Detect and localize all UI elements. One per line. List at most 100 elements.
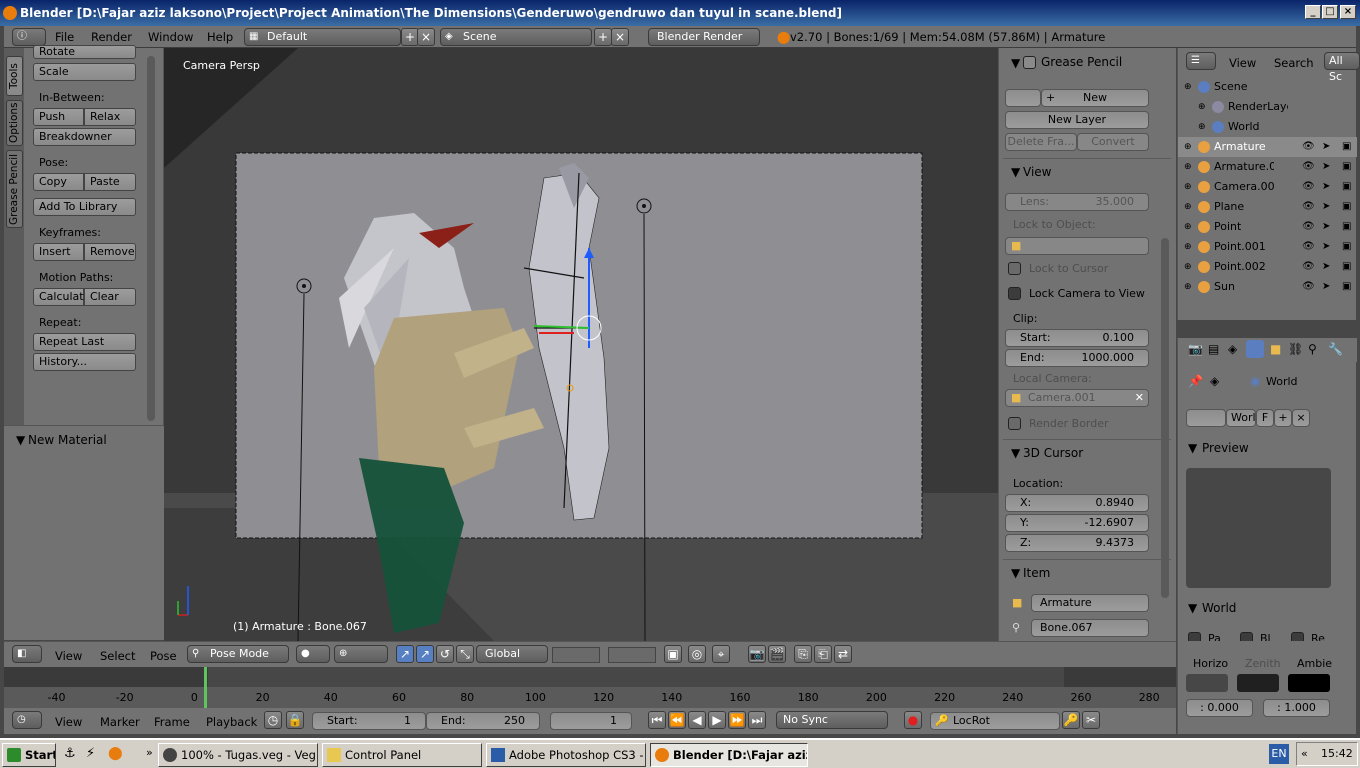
world-browse-button[interactable]	[1186, 409, 1226, 427]
eye-icon[interactable]: 👁	[1302, 277, 1315, 297]
ambient-color[interactable]	[1288, 674, 1330, 692]
outliner-row[interactable]: ⊕ Point.002 👁 ➤ ▣	[1178, 257, 1357, 277]
clip-start-field[interactable]: Start: 0.100	[1005, 329, 1149, 347]
next-keyframe-icon[interactable]: ⏩	[728, 711, 746, 729]
expand-icon[interactable]: ⊕	[1184, 197, 1192, 217]
lock-cursor-checkbox[interactable]	[1008, 262, 1021, 275]
remove-layout-button[interactable]: ×	[417, 28, 435, 46]
cursor-icon[interactable]: ➤	[1322, 277, 1330, 297]
cursor-icon[interactable]: ➤	[1322, 257, 1330, 277]
scale-manipulator[interactable]: ⤡	[456, 645, 474, 663]
camera-icon[interactable]: ▣	[1342, 257, 1351, 277]
tab-grease-pencil[interactable]: Grease Pencil	[6, 150, 23, 228]
eye-icon[interactable]: 👁	[1302, 157, 1315, 177]
timeline-menu-marker[interactable]: Marker	[100, 715, 140, 729]
eye-icon[interactable]: 👁	[1302, 217, 1315, 237]
jump-start-icon[interactable]: ⏮	[648, 711, 666, 729]
outliner-menu-view[interactable]: View	[1229, 56, 1256, 70]
proportional-edit-icon[interactable]: ◎	[688, 645, 706, 663]
item-object-field[interactable]: Armature	[1031, 594, 1149, 612]
render-icon[interactable]: 📷	[748, 645, 766, 663]
lock-object-field[interactable]: ■	[1005, 237, 1149, 255]
zenith-color[interactable]	[1237, 674, 1279, 692]
collapse-arrow-icon[interactable]: ▼	[1011, 446, 1020, 460]
tab-options[interactable]: Options	[6, 100, 23, 146]
render-engine-dropdown[interactable]: Blender Render	[648, 28, 760, 46]
cursor-z-field[interactable]: Z: 9.4373	[1005, 534, 1149, 552]
screen-layout-dropdown[interactable]: ▦ Default	[244, 28, 401, 46]
outliner-row[interactable]: ⊕ Point.001 👁 ➤ ▣	[1178, 237, 1357, 257]
cursor-y-field[interactable]: Y: -12.6907	[1005, 514, 1149, 532]
language-indicator[interactable]: EN	[1269, 744, 1289, 764]
scene-dropdown[interactable]: ◈ Scene	[440, 28, 592, 46]
play-icon[interactable]: ▶	[708, 711, 726, 729]
outliner-row[interactable]: ⊕ Point 👁 ➤ ▣	[1178, 217, 1357, 237]
delete-keyframe-icon[interactable]: ✂	[1082, 711, 1100, 729]
clear-icon[interactable]: ✕	[1135, 390, 1144, 406]
minimize-button[interactable]: _	[1305, 5, 1321, 19]
collapse-arrow-icon[interactable]: ▼	[16, 433, 25, 447]
horizon-color[interactable]	[1186, 674, 1228, 692]
expand-icon[interactable]: ⊕	[1184, 237, 1192, 257]
eye-icon[interactable]: 👁	[1302, 177, 1315, 197]
eye-icon[interactable]: 👁	[1302, 197, 1315, 217]
scale-button[interactable]: Scale	[33, 63, 136, 81]
expand-icon[interactable]: ⊕	[1198, 97, 1206, 117]
menu-render[interactable]: Render	[91, 30, 132, 44]
expand-icon[interactable]: ⊕	[1184, 277, 1192, 297]
paste-pose-button[interactable]: Paste	[84, 173, 136, 191]
scene-tab-icon[interactable]: ◈	[1228, 342, 1237, 356]
fake-user-button[interactable]: F	[1256, 409, 1274, 427]
cursor-icon[interactable]: ➤	[1322, 217, 1330, 237]
armature-tab-icon[interactable]: ⚲	[1308, 342, 1317, 356]
current-frame-field[interactable]: 1	[550, 712, 632, 730]
modifier-tab-icon[interactable]: 🔧	[1328, 342, 1343, 356]
close-button[interactable]: ×	[1340, 5, 1356, 19]
collapse-arrow-icon[interactable]: ▼	[1011, 165, 1020, 179]
tab-tools[interactable]: Tools	[6, 56, 23, 96]
cursor-icon[interactable]: ➤	[1322, 177, 1330, 197]
lock-frame-range-icon[interactable]: 🔒	[286, 711, 304, 729]
lock-layers-icon[interactable]: ▣	[664, 645, 682, 663]
expand-icon[interactable]: ⊕	[1184, 77, 1192, 97]
collapse-arrow-icon[interactable]: ▼	[1188, 601, 1197, 615]
outliner-menu-search[interactable]: Search	[1274, 56, 1314, 70]
camera-icon[interactable]: ▣	[1342, 177, 1351, 197]
use-preview-range-icon[interactable]: ◷	[264, 711, 282, 729]
rotate-manipulator[interactable]: ↺	[436, 645, 454, 663]
timeline-editor-type[interactable]: ◷	[12, 711, 42, 729]
remove-scene-button[interactable]: ×	[611, 28, 629, 46]
mode-dropdown[interactable]: ⚲ Pose Mode	[187, 645, 289, 663]
collapse-arrow-icon[interactable]: ▼	[1188, 441, 1197, 455]
auto-key-icon[interactable]: ●	[904, 711, 922, 729]
camera-icon[interactable]: ▣	[1342, 277, 1351, 297]
sync-dropdown[interactable]: No Sync	[776, 711, 888, 729]
world-tab-icon[interactable]	[1246, 340, 1264, 358]
render-animation-icon[interactable]: 🎬	[768, 645, 786, 663]
breakdowner-button[interactable]: Breakdowner	[33, 128, 136, 146]
timeline[interactable]: -40 -20 0 20 40 60 80 100 120 140 160 180 200 220 240 2…	[4, 667, 1176, 708]
push-button[interactable]: Push	[33, 108, 84, 126]
end-frame-field[interactable]: End: 250	[426, 712, 540, 730]
expand-icon[interactable]: ⊕	[1184, 137, 1192, 157]
taskbar-item-photoshop[interactable]: Adobe Photoshop CS3 - ...	[486, 743, 646, 767]
item-bone-field[interactable]: Bone.067	[1031, 619, 1149, 637]
eye-icon[interactable]: 👁	[1302, 237, 1315, 257]
outliner-row[interactable]: ⊕ Armature 👁 ➤ ▣	[1178, 137, 1357, 157]
viewport-menu-select[interactable]: Select	[100, 649, 135, 663]
range-field[interactable]: : 1.000	[1263, 699, 1330, 717]
expand-icon[interactable]: ⊕	[1184, 157, 1192, 177]
outliner-row[interactable]: ⊕ Sun 👁 ➤ ▣	[1178, 277, 1357, 297]
new-gpencil-button[interactable]: + New	[1041, 89, 1149, 107]
convert-button[interactable]: Convert	[1077, 133, 1149, 151]
maximize-button[interactable]: □	[1322, 5, 1338, 19]
quicklaunch-icon[interactable]: ⚡	[86, 746, 95, 761]
insert-keyframe-icon[interactable]: 🔑	[1062, 711, 1080, 729]
camera-icon[interactable]: ▣	[1342, 217, 1351, 237]
paste-flipped-icon[interactable]: ⇄	[834, 645, 852, 663]
expand-icon[interactable]: ⊕	[1184, 177, 1192, 197]
insert-keyframe-button[interactable]: Insert	[33, 243, 84, 261]
taskbar-item-blender[interactable]: Blender [D:\Fajar aziz...	[650, 743, 808, 767]
pencil-icon[interactable]	[1005, 89, 1041, 107]
n-panel-scrollbar[interactable]	[1161, 238, 1169, 598]
